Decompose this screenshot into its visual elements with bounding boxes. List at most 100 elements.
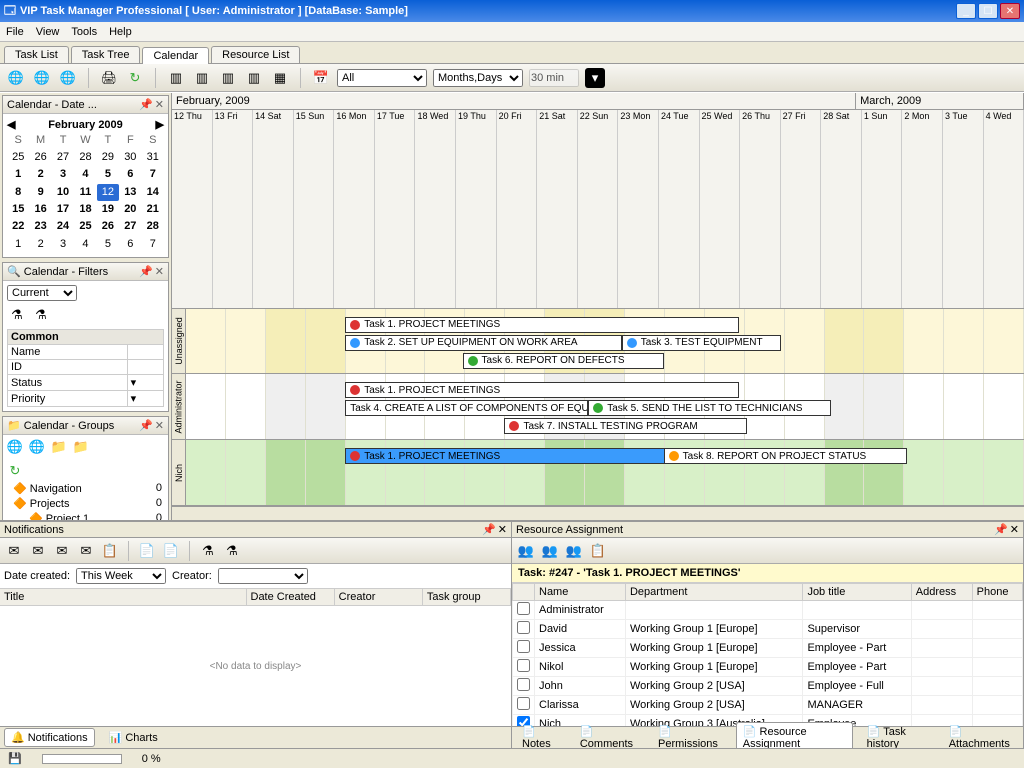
assign-checkbox[interactable] (517, 659, 530, 672)
notif-btn7[interactable]: 📄 (161, 541, 181, 561)
view5-icon[interactable]: ▦ (270, 68, 290, 88)
col-date-created[interactable]: Date Created (247, 589, 335, 605)
calendar-icon[interactable]: 📅 (311, 68, 331, 88)
task-bar[interactable]: Task 1. PROJECT MEETINGS (345, 317, 739, 333)
close-icon[interactable]: ✕ (155, 419, 164, 432)
ra-btn2[interactable]: 👥 (540, 541, 560, 561)
filter-preset-select[interactable]: Current (7, 285, 77, 301)
scale-select[interactable]: Months,Days (433, 69, 523, 87)
col-task-group[interactable]: Task group (423, 589, 511, 605)
assign-checkbox[interactable] (517, 697, 530, 710)
tab-calendar[interactable]: Calendar (142, 47, 209, 64)
table-row[interactable]: JohnWorking Group 2 [USA]Employee - Full (513, 677, 1023, 696)
assign-checkbox[interactable] (517, 602, 530, 615)
notif-btn5[interactable]: 📋 (100, 541, 120, 561)
tree-item[interactable]: 🔶 Project 10 (5, 511, 166, 520)
pin-icon[interactable]: 📌 (139, 98, 153, 111)
close-icon[interactable]: ✕ (1010, 523, 1019, 536)
interval-input[interactable] (529, 69, 579, 87)
group-folder-icon[interactable]: 📁 (49, 437, 69, 457)
table-row[interactable]: Administrator (513, 601, 1023, 620)
close-button[interactable]: ✕ (1000, 3, 1020, 19)
globe-icon[interactable]: 🌐 (6, 68, 26, 88)
view3-icon[interactable]: ▥ (218, 68, 238, 88)
task-bar[interactable]: Task 2. SET UP EQUIPMENT ON WORK AREA (345, 335, 622, 351)
ra-col[interactable] (513, 584, 535, 601)
print-icon[interactable]: 🖨 (99, 68, 119, 88)
minimize-button[interactable]: _ (956, 3, 976, 19)
view1-icon[interactable]: ▥ (166, 68, 186, 88)
creator-select[interactable] (218, 568, 308, 584)
table-row[interactable]: NikolWorking Group 1 [Europe]Employee - … (513, 658, 1023, 677)
close-icon[interactable]: ✕ (155, 265, 164, 278)
funnel-icon[interactable]: ⚗ (7, 305, 27, 325)
ra-btn4[interactable]: 📋 (588, 541, 608, 561)
funnel-icon[interactable]: ⚗ (222, 541, 242, 561)
gantt-scrollbar[interactable] (172, 506, 1024, 520)
tab-task-tree[interactable]: Task Tree (71, 46, 141, 63)
globe-add-icon[interactable]: 🌐 (32, 68, 52, 88)
funnel-clear-icon[interactable]: ⚗ (31, 305, 51, 325)
view4-icon[interactable]: ▥ (244, 68, 264, 88)
notif-btn3[interactable]: ✉ (52, 541, 72, 561)
funnel-icon[interactable]: ⚗ (198, 541, 218, 561)
col-creator[interactable]: Creator (335, 589, 423, 605)
gantt-chart[interactable]: February, 2009 March, 2009 12 Thu13 Fri1… (172, 93, 1024, 520)
col-title[interactable]: Title (0, 589, 247, 605)
tree-item[interactable]: 🔶 Navigation0 (5, 481, 166, 496)
close-icon[interactable]: ✕ (498, 523, 507, 536)
menu-view[interactable]: View (36, 26, 60, 38)
maximize-button[interactable]: ☐ (978, 3, 998, 19)
notif-btn6[interactable]: 📄 (137, 541, 157, 561)
task-bar[interactable]: Task 3. TEST EQUIPMENT (622, 335, 781, 351)
tree-item[interactable]: 🔶 Projects0 (5, 496, 166, 511)
ra-col[interactable]: Address (911, 584, 972, 601)
view2-icon[interactable]: ▥ (192, 68, 212, 88)
next-month-icon[interactable]: ▶ (156, 118, 164, 133)
table-row[interactable]: JessicaWorking Group 1 [Europe]Employee … (513, 639, 1023, 658)
table-row[interactable]: DavidWorking Group 1 [Europe]Supervisor (513, 620, 1023, 639)
filter-select[interactable]: All (337, 69, 427, 87)
task-bar[interactable]: Task 4. CREATE A LIST OF COMPONENTS OF E… (345, 400, 588, 416)
resource-grid[interactable]: NameDepartmentJob titleAddressPhoneAdmin… (512, 583, 1023, 726)
ra-col[interactable]: Name (535, 584, 626, 601)
task-bar[interactable]: Task 7. INSTALL TESTING PROGRAM (504, 418, 747, 434)
interval-dropdown[interactable]: ▾ (585, 68, 605, 88)
ra-col[interactable]: Job title (803, 584, 911, 601)
mini-calendar[interactable]: ◀February 2009▶ SMTWTFS25262728293031123… (3, 114, 168, 257)
globe-remove-icon[interactable]: 🌐 (58, 68, 78, 88)
task-bar[interactable]: Task 5. SEND THE LIST TO TECHNICIANS (588, 400, 831, 416)
pin-icon[interactable]: 📌 (994, 523, 1008, 536)
group-edit-icon[interactable]: 🌐 (27, 437, 47, 457)
filter-row-name[interactable]: Name (8, 345, 128, 360)
ra-col[interactable]: Department (625, 584, 802, 601)
filter-row-priority[interactable]: Priority (8, 391, 128, 407)
groups-tree[interactable]: 🔶 Navigation0🔶 Projects0🔶 Project 10🔶 Pr… (5, 481, 166, 520)
tab-task-list[interactable]: Task List (4, 46, 69, 63)
refresh-icon[interactable]: ↻ (125, 68, 145, 88)
tab-resource-list[interactable]: Resource List (211, 46, 300, 63)
prev-month-icon[interactable]: ◀ (7, 118, 15, 133)
notif-btn2[interactable]: ✉ (28, 541, 48, 561)
ra-col[interactable]: Phone (972, 584, 1022, 601)
bottab-charts[interactable]: 📊 Charts (103, 729, 164, 746)
pin-icon[interactable]: 📌 (482, 523, 496, 536)
task-bar[interactable]: Task 1. PROJECT MEETINGS (345, 382, 739, 398)
pin-icon[interactable]: 📌 (139, 419, 153, 432)
close-icon[interactable]: ✕ (155, 98, 164, 111)
common-header[interactable]: Common (8, 330, 164, 345)
group-delete-icon[interactable]: 📁 (71, 437, 91, 457)
assign-checkbox[interactable] (517, 640, 530, 653)
date-created-select[interactable]: This Week (76, 568, 166, 584)
assign-checkbox[interactable] (517, 621, 530, 634)
menu-file[interactable]: File (6, 26, 24, 38)
pin-icon[interactable]: 📌 (139, 265, 153, 278)
table-row[interactable]: ClarissaWorking Group 2 [USA]MANAGER (513, 696, 1023, 715)
bottab-notifications[interactable]: 🔔 Notifications (4, 728, 95, 747)
menu-help[interactable]: Help (109, 26, 132, 38)
ra-btn1[interactable]: 👥 (516, 541, 536, 561)
notif-btn1[interactable]: ✉ (4, 541, 24, 561)
menu-tools[interactable]: Tools (71, 26, 97, 38)
notif-btn4[interactable]: ✉ (76, 541, 96, 561)
group-refresh-icon[interactable]: ↻ (5, 461, 25, 481)
